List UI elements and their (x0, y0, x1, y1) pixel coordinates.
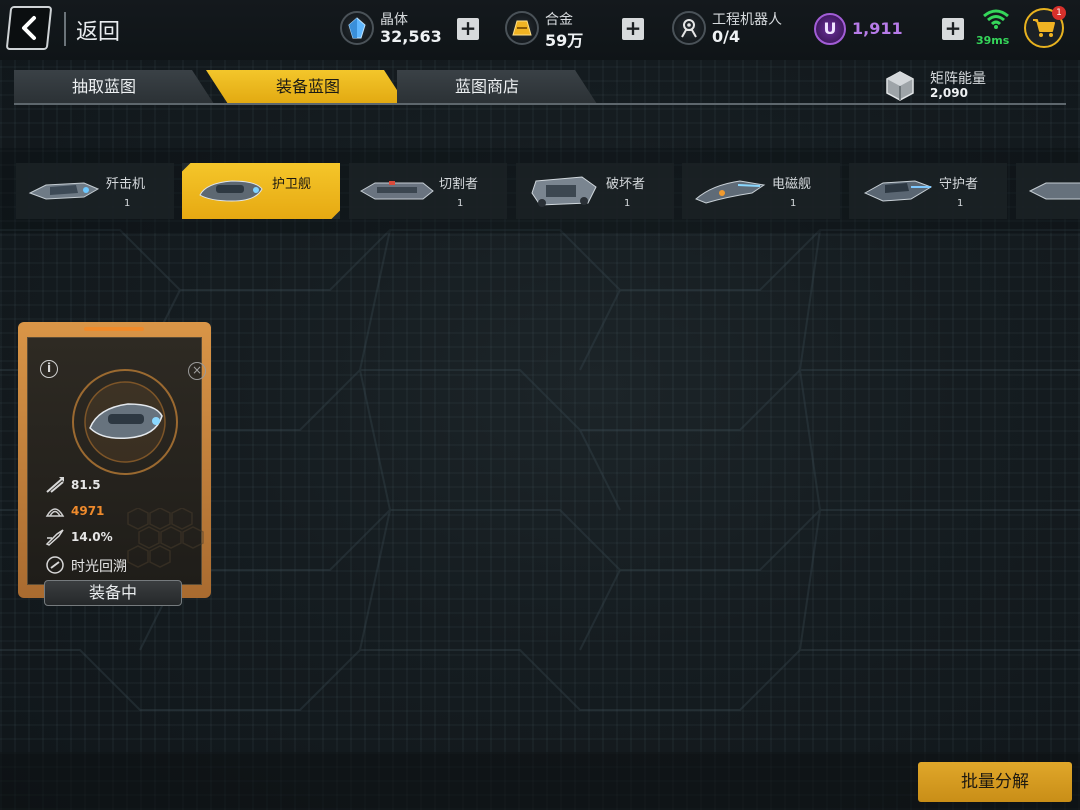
back-button[interactable] (5, 6, 53, 50)
equipped-status: 装备中 (44, 580, 182, 606)
add-crystal-button[interactable]: + (457, 18, 479, 40)
u-currency-icon: U (814, 13, 846, 45)
divider (64, 12, 66, 46)
ship-count: 1 (790, 198, 797, 209)
cart-badge: 1 (1052, 6, 1066, 20)
partial-ship-icon (1028, 182, 1080, 200)
matrix-energy: 矩阵能量 2,090 (884, 68, 1074, 104)
ship-name: 护卫舰 (272, 177, 312, 192)
chevron-left-icon (22, 16, 36, 40)
armor-icon (45, 508, 65, 517)
tab-equip-blueprint[interactable]: 装备蓝图 (206, 70, 406, 104)
stat-value: 14.0% (71, 530, 113, 544)
resource-value: 0/4 (712, 27, 741, 46)
escort-ship-icon (199, 180, 263, 202)
ship-partial[interactable] (1016, 163, 1080, 219)
ship-name: 破坏者 (606, 177, 646, 192)
resource-name: 合金 (545, 12, 573, 28)
u-currency-value: 1,911 (852, 19, 903, 38)
tab-draw-blueprint[interactable]: 抽取蓝图 (14, 70, 214, 104)
blueprint-card[interactable]: i × 81.5 4971 14.0% 时光回溯 (18, 322, 211, 598)
cutter-ship-icon (359, 181, 434, 200)
tab-blueprint-shop[interactable]: 蓝图商店 (397, 70, 597, 104)
ship-count: 1 (624, 198, 631, 209)
alloy-icon (505, 11, 539, 45)
time-rewind-icon (46, 556, 64, 574)
close-icon[interactable]: × (188, 362, 206, 380)
ship-fighter[interactable]: 歼击机 1 (16, 163, 174, 219)
attack-icon (46, 477, 64, 493)
cart-icon (1033, 19, 1055, 37)
ship-escort[interactable]: 护卫舰 (182, 163, 340, 219)
matrix-cube-icon (886, 71, 914, 101)
ping-value: 39ms (976, 34, 1010, 47)
speed-icon (45, 529, 64, 546)
ship-guardian[interactable]: 守护者 1 (849, 163, 1007, 219)
destroyer-ship-icon (531, 176, 597, 207)
robot-icon (672, 11, 706, 45)
card-body: i × 81.5 4971 14.0% 时光回溯 (27, 337, 206, 585)
ship-name: 守护者 (939, 177, 979, 192)
matrix-energy-value: 2,090 (930, 86, 968, 100)
tab-label: 抽取蓝图 (71, 77, 136, 96)
ship-count: 1 (457, 198, 464, 209)
card-highlight-bar (84, 327, 144, 331)
ship-electromagnetic[interactable]: 电磁舰 1 (682, 163, 840, 219)
crystal-icon (340, 11, 374, 45)
stat-value: 4971 (71, 504, 105, 518)
card-hex-pattern (127, 508, 204, 568)
resource-name: 晶体 (380, 12, 408, 28)
ship-name: 切割者 (439, 177, 479, 192)
ship-destroyer[interactable]: 破坏者 1 (516, 163, 674, 219)
ship-name: 电磁舰 (772, 177, 812, 192)
electromagnetic-ship-icon (695, 180, 766, 204)
matrix-energy-label: 矩阵能量 (930, 71, 986, 87)
stat-value: 81.5 (71, 478, 101, 492)
escort-blueprint-icon (72, 369, 178, 475)
add-alloy-button[interactable]: + (622, 18, 644, 40)
resource-value: 32,563 (380, 27, 442, 46)
ship-count: 1 (957, 198, 964, 209)
ship-selector: 歼击机 1 护卫舰 切割者 1 破坏者 1 电磁舰 1 守护者 1 (0, 148, 1080, 233)
back-label[interactable]: 返回 (76, 14, 120, 46)
guardian-ship-icon (863, 180, 933, 202)
ship-name: 歼击机 (106, 177, 146, 192)
ship-count: 1 (124, 198, 131, 209)
tab-label: 装备蓝图 (275, 77, 340, 96)
tab-label: 蓝图商店 (454, 77, 519, 96)
info-icon[interactable]: i (40, 360, 58, 378)
add-u-currency-button[interactable]: + (942, 18, 964, 40)
fighter-ship-icon (28, 182, 100, 200)
ship-cutter[interactable]: 切割者 1 (349, 163, 507, 219)
resource-name: 工程机器人 (712, 12, 782, 28)
resource-value: 59万 (545, 31, 584, 50)
batch-decompose-button[interactable]: 批量分解 (918, 762, 1072, 802)
wifi-icon (983, 9, 1009, 29)
top-bar: 返回 晶体 32,563 + 合金 59万 + 工程机器人 0/4 U 1,91… (0, 0, 1080, 60)
